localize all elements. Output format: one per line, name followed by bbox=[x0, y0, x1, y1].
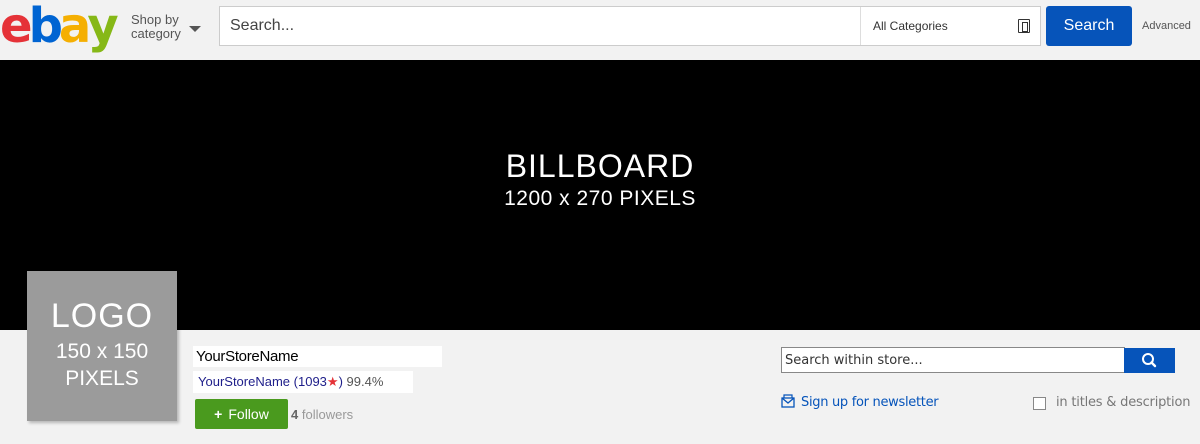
feedback-close-paren: ) bbox=[338, 374, 343, 389]
newsletter-signup-link[interactable]: Sign up for newsletter bbox=[801, 395, 939, 410]
followers-label: followers bbox=[301, 407, 354, 422]
store-logo-line3: PIXELS bbox=[65, 367, 139, 390]
shop-by-category-button[interactable]: Shop by category bbox=[131, 13, 191, 41]
logo-letter-b: b bbox=[28, 0, 63, 54]
follower-number: 4 bbox=[291, 407, 299, 422]
newsletter-envelope-icon bbox=[781, 394, 795, 408]
follow-button-label: Follow bbox=[228, 406, 269, 422]
billboard-subtitle: 1200 x 270 PIXELS bbox=[504, 187, 696, 210]
search-input[interactable] bbox=[230, 7, 850, 45]
store-search-input[interactable] bbox=[782, 348, 1124, 372]
category-select[interactable]: All Categories bbox=[860, 7, 1041, 45]
ebay-logo[interactable]: ebay bbox=[0, 0, 119, 54]
advanced-search-link[interactable]: Advanced bbox=[1142, 20, 1191, 32]
titles-description-checkbox[interactable] bbox=[1033, 397, 1046, 410]
chevron-down-icon[interactable] bbox=[189, 26, 201, 32]
site-header: ebay Shop by category All Categories Sea… bbox=[0, 0, 1200, 60]
billboard-title: BILLBOARD bbox=[505, 148, 695, 184]
select-arrow-icon bbox=[1018, 19, 1030, 33]
followers-count: 4 followers bbox=[291, 407, 353, 422]
search-button[interactable]: Search bbox=[1046, 6, 1132, 46]
store-name: YourStoreName bbox=[193, 346, 442, 367]
store-logo-line1: LOGO bbox=[50, 297, 154, 335]
store-search-box bbox=[781, 347, 1125, 373]
follow-button[interactable]: + Follow bbox=[195, 399, 288, 429]
store-logo-line2: 150 x 150 bbox=[55, 340, 149, 363]
logo-letter-a: a bbox=[58, 0, 91, 54]
category-select-value: All Categories bbox=[873, 19, 948, 33]
shop-by-line1: Shop by bbox=[131, 12, 179, 27]
seller-name-link[interactable]: YourStoreName bbox=[198, 374, 290, 389]
seller-info: YourStoreName (1093★) 99.4% bbox=[193, 371, 413, 393]
search-bar: All Categories bbox=[219, 6, 1041, 46]
search-icon bbox=[1142, 353, 1157, 368]
logo-letter-e: e bbox=[0, 0, 33, 54]
store-billboard: BILLBOARD 1200 x 270 PIXELS bbox=[0, 60, 1200, 330]
positive-feedback-percent: 99.4% bbox=[346, 374, 384, 389]
shop-by-line2: category bbox=[131, 26, 181, 41]
titles-description-label: in titles & description bbox=[1056, 395, 1191, 410]
store-logo: LOGO 150 x 150 PIXELS bbox=[27, 271, 177, 421]
feedback-score-link[interactable]: 1093 bbox=[298, 374, 327, 389]
store-search-button[interactable] bbox=[1124, 348, 1175, 373]
plus-icon: + bbox=[214, 406, 223, 422]
logo-letter-y: y bbox=[87, 0, 118, 54]
feedback-star-icon: ★ bbox=[326, 374, 339, 389]
